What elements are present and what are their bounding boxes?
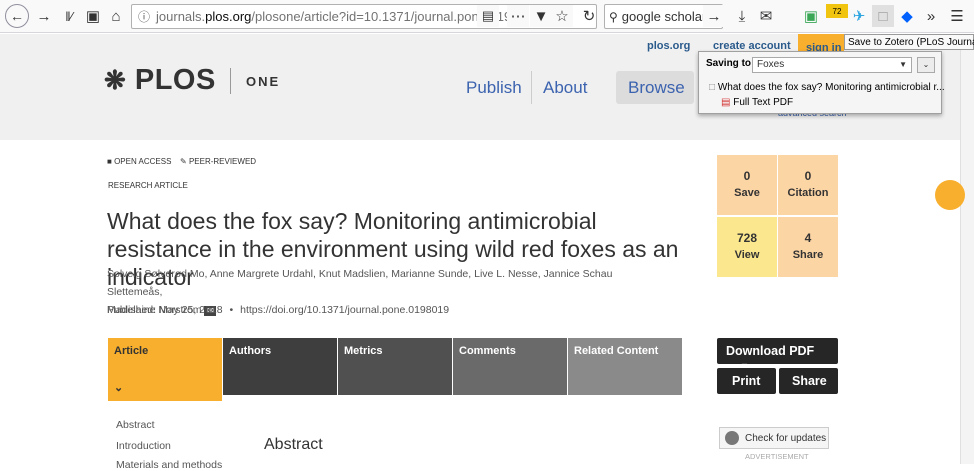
menu-icon[interactable]: ☰ (946, 5, 968, 27)
zotero-save-popup: Saving to Foxes ▼ ⌄ □ What does the fox … (698, 51, 945, 114)
page-actions-icon[interactable]: ⋯ (507, 5, 529, 27)
plos-org-link[interactable]: plos.org (647, 40, 690, 52)
dropdown-arrow-icon: ▼ (899, 60, 907, 69)
home-icon[interactable]: ⌂ (105, 5, 127, 27)
tab-related-content[interactable]: Related Content (568, 338, 682, 395)
metric-view[interactable]: 728 View (717, 217, 777, 277)
browser-toolbar: ← → ‖∕ ▣ ⌂ ⓘ journals.plos.org/plosone/a… (0, 0, 974, 33)
sidenav-materials[interactable]: Materials and methods (116, 459, 222, 471)
tab-authors[interactable]: Authors (223, 338, 337, 395)
metric-save[interactable]: 0 Save (717, 155, 777, 215)
nav-about[interactable]: About (543, 78, 587, 98)
library-icon[interactable]: ‖∕ (58, 5, 80, 27)
authors-line[interactable]: Solveig Sølverød Mo, Anne Margrete Urdah… (107, 265, 667, 301)
mail-icon[interactable]: ✉ (755, 5, 777, 27)
badge[interactable]: 72 (826, 4, 848, 18)
forward-button[interactable]: → (33, 5, 55, 27)
published-date: Published: May 25, 2018 (107, 304, 223, 316)
sidenav-abstract[interactable]: Abstract (116, 419, 155, 431)
sidenav-introduction[interactable]: Introduction (116, 440, 171, 452)
check-for-updates-button[interactable]: Check for updates (719, 427, 829, 449)
bookmark-star-icon[interactable]: ☆ (551, 5, 573, 27)
search-icon: ⚲ (609, 9, 618, 24)
collection-select[interactable]: Foxes ▼ (752, 57, 912, 73)
metric-citation[interactable]: 0 Citation (778, 155, 838, 215)
pdf-icon: ▤ (721, 97, 731, 108)
chevron-down-icon: ⌄ (114, 382, 124, 394)
unlock-icon: ■ (107, 157, 112, 166)
sidebar-icon[interactable]: ▣ (82, 5, 104, 27)
expand-button[interactable]: ⌄ (917, 57, 935, 73)
back-button[interactable]: ← (5, 4, 29, 28)
reload-icon[interactable]: ↻ (578, 5, 600, 27)
saving-to-label: Saving to (706, 58, 752, 69)
nav-divider (531, 71, 532, 104)
plos-logo-icon: ❋ (104, 65, 127, 95)
tab-comments[interactable]: Comments (453, 338, 567, 395)
nav-publish[interactable]: Publish (466, 78, 522, 98)
extension-green-icon[interactable]: ▣ (800, 5, 822, 27)
doi-link[interactable]: https://doi.org/10.1371/journal.pone.019… (240, 304, 449, 316)
telegram-icon[interactable]: ✈ (848, 5, 870, 27)
tab-article[interactable]: Article ⌄ (108, 338, 222, 401)
metric-share[interactable]: 4 Share (778, 217, 838, 277)
open-access-lock-icon[interactable] (935, 180, 965, 210)
peer-reviewed-badge: ✎ PEER-REVIEWED (180, 157, 257, 166)
info-icon[interactable]: ⓘ (138, 8, 150, 25)
open-access-badge: ■ OPEN ACCESS (107, 157, 172, 166)
article-type: RESEARCH ARTICLE (108, 181, 188, 190)
nav-browse[interactable]: Browse (616, 71, 694, 104)
print-button[interactable]: Print (717, 368, 776, 394)
tab-metrics[interactable]: Metrics (338, 338, 452, 395)
document-icon: □ (709, 82, 716, 93)
pocket-icon[interactable]: ▼ (530, 5, 552, 27)
download-pdf-button[interactable]: Download PDF ▼ (717, 338, 838, 371)
search-go-icon[interactable]: → (703, 5, 725, 27)
abstract-heading: Abstract (264, 436, 323, 453)
zotero-attachment[interactable]: ▤ Full Text PDF (721, 97, 793, 108)
zotero-item[interactable]: □ What does the fox say? Monitoring anti… (709, 82, 945, 93)
pen-icon: ✎ (180, 157, 187, 166)
reader-view-icon[interactable]: ▤ (477, 5, 499, 27)
advertisement-label: ADVERTISEMENT (745, 452, 809, 461)
overflow-icon[interactable]: » (920, 5, 942, 27)
dropbox-icon[interactable]: ◆ (896, 5, 918, 27)
published-info: Published: May 25, 2018 • https://doi.or… (107, 304, 450, 316)
download-icon[interactable]: ⤓ (731, 5, 753, 27)
plos-logo[interactable]: ❋ PLOS ONE (104, 64, 280, 97)
zotero-tooltip: Save to Zotero (PLoS Journals) (844, 34, 974, 50)
share-button[interactable]: Share (779, 368, 838, 394)
zotero-save-icon[interactable]: □ (872, 5, 894, 27)
crossmark-icon (725, 431, 739, 445)
scrollbar[interactable] (960, 34, 974, 464)
